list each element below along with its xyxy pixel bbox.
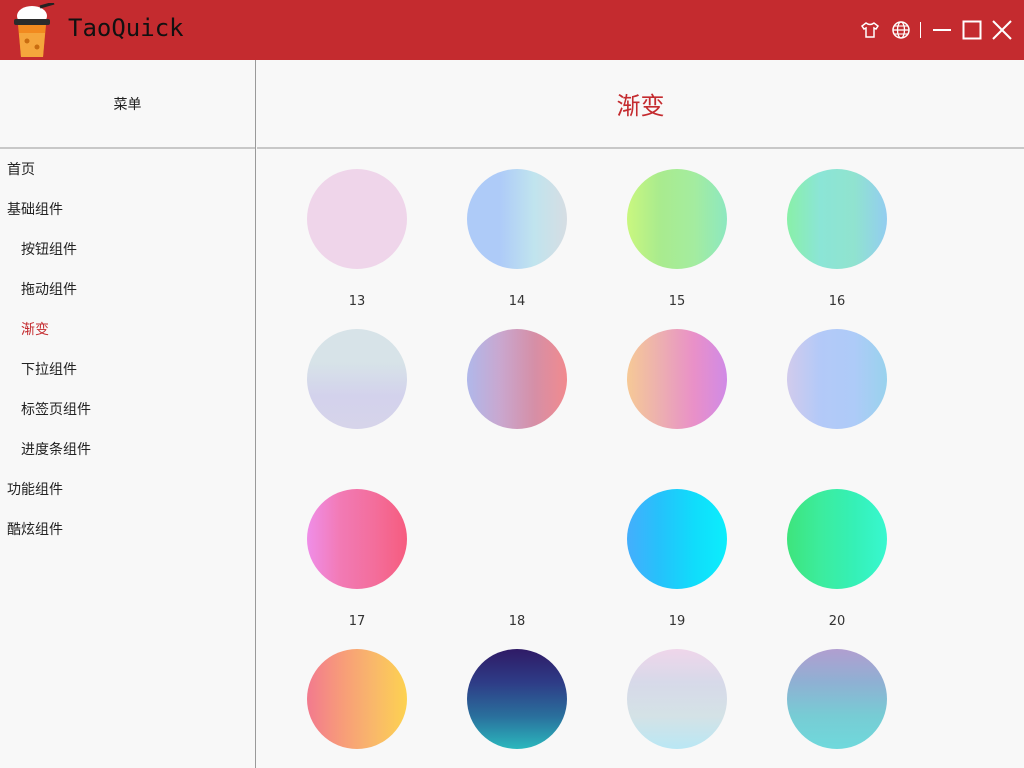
gradient-swatch	[307, 489, 407, 589]
skin-button[interactable]	[858, 18, 882, 42]
sidebar-item[interactable]: 首页	[0, 149, 255, 189]
sidebar-item[interactable]: 拖动组件	[0, 269, 255, 309]
gradient-cell	[577, 311, 737, 471]
gradient-swatch	[787, 329, 887, 429]
gradient-cell: 15	[577, 151, 737, 311]
gradient-cell	[737, 311, 897, 471]
gradient-cell: 13	[257, 151, 417, 311]
sidebar-item[interactable]: 标签页组件	[0, 389, 255, 429]
gradient-cell: 23	[577, 631, 737, 768]
gradient-cell: 21	[257, 631, 417, 768]
minimize-button[interactable]	[930, 18, 954, 42]
sidebar: 菜单 首页 基础组件 按钮组件 拖动组件 渐变 下拉组件 标签页组件 进度条组件 功能组件 酷炫组…	[0, 60, 256, 768]
close-button[interactable]	[990, 18, 1014, 42]
gradient-cell: 19	[577, 471, 737, 631]
language-icon	[892, 21, 910, 39]
gradient-cell: 17	[257, 471, 417, 631]
gradient-swatch	[627, 169, 727, 269]
sidebar-item[interactable]: 下拉组件	[0, 349, 255, 389]
gradient-swatch	[307, 329, 407, 429]
gradient-swatch	[627, 329, 727, 429]
gradient-cell: 18	[417, 471, 577, 631]
titlebar-separator	[920, 22, 921, 38]
gradient-swatch	[627, 649, 727, 749]
close-icon	[992, 20, 1012, 40]
gradient-swatch	[307, 169, 407, 269]
minimize-icon	[933, 29, 951, 31]
gradient-swatch	[307, 649, 407, 749]
sidebar-item[interactable]: 功能组件	[0, 469, 255, 509]
gradient-cell: 24	[737, 631, 897, 768]
gradient-swatch	[467, 489, 567, 589]
gradient-swatch	[787, 649, 887, 749]
gradient-label: 20	[828, 614, 846, 629]
gradient-swatch	[467, 329, 567, 429]
sidebar-item[interactable]: 进度条组件	[0, 429, 255, 469]
main-header: 渐变	[257, 60, 1024, 149]
gradient-swatch	[467, 649, 567, 749]
maximize-button[interactable]	[960, 18, 984, 42]
title-bar[interactable]: TaoQuick	[0, 0, 1024, 60]
skin-icon	[860, 22, 880, 38]
gradient-swatch	[787, 169, 887, 269]
gradient-cell: 14	[417, 151, 577, 311]
sidebar-header: 菜单	[0, 60, 255, 149]
gradient-cell	[257, 311, 417, 471]
gradient-cell: 22	[417, 631, 577, 768]
gradient-swatch	[627, 489, 727, 589]
gradient-cell	[417, 311, 577, 471]
menu-list: 首页 基础组件 按钮组件 拖动组件 渐变 下拉组件 标签页组件 进度条组件 功能组件 酷炫组件	[0, 149, 255, 549]
app-logo-icon	[14, 3, 55, 57]
gradient-cell: 16	[737, 151, 897, 311]
gradient-swatch	[467, 169, 567, 269]
sidebar-item[interactable]: 基础组件	[0, 189, 255, 229]
main-content: 渐变 131415 16 171819 20 21222324	[257, 60, 1024, 768]
language-button[interactable]	[889, 18, 913, 42]
app-title: TaoQuick	[68, 14, 184, 42]
sidebar-item[interactable]: 酷炫组件	[0, 509, 255, 549]
maximize-icon	[962, 20, 982, 40]
gradient-label: 16	[828, 294, 846, 309]
sidebar-item[interactable]: 渐变	[0, 309, 255, 349]
sidebar-item[interactable]: 按钮组件	[0, 229, 255, 269]
gradient-swatch	[787, 489, 887, 589]
gradient-cell: 20	[737, 471, 897, 631]
page-title: 渐变	[616, 92, 665, 120]
